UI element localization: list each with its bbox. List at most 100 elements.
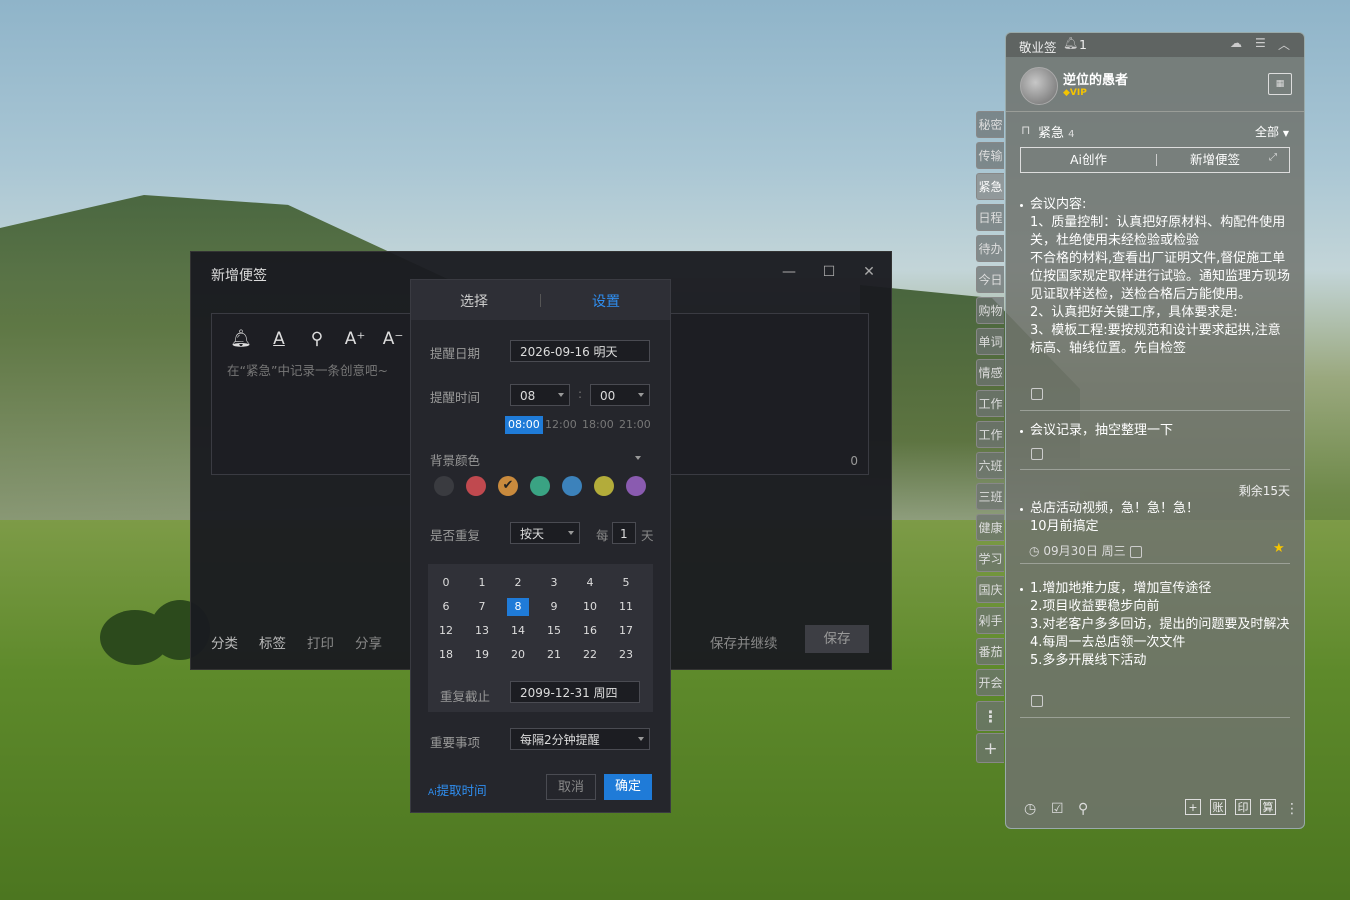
side-tab[interactable]: 工作 (976, 390, 1004, 417)
side-tab[interactable]: 日程 (976, 204, 1004, 231)
bell-icon[interactable]: 🔔︎ (230, 328, 252, 350)
side-tab[interactable]: 工作 (976, 421, 1004, 448)
account-box-icon[interactable]: 账 (1210, 799, 1226, 815)
list-item[interactable]: 总店活动视频，急！急！急！ 10月前搞定 (1020, 500, 1290, 536)
color-swatch-red[interactable] (466, 476, 486, 496)
more-icon[interactable]: ⋮ (1285, 801, 1299, 817)
side-tab[interactable]: 待办 (976, 235, 1004, 262)
ai-extract-time-link[interactable]: Ai提取时间 (428, 780, 487, 799)
side-tab[interactable]: 番茄 (976, 638, 1004, 665)
calendar-day[interactable]: 4 (579, 574, 601, 592)
star-icon[interactable]: ★ (1273, 541, 1285, 556)
tab-select[interactable]: 选择 (460, 291, 488, 311)
calendar-day[interactable]: 17 (615, 622, 637, 640)
tab-settings[interactable]: 设置 (592, 291, 620, 311)
ai-create-button[interactable]: Ai创作 (1021, 148, 1156, 172)
font-color-icon[interactable]: A (268, 328, 290, 350)
color-swatch-blue[interactable] (562, 476, 582, 496)
add-box-icon[interactable]: + (1185, 799, 1201, 815)
color-swatch-purple[interactable] (626, 476, 646, 496)
category-link[interactable]: 分类 (211, 632, 238, 652)
search-icon[interactable]: ⚲ (306, 328, 328, 350)
calendar-day[interactable]: 13 (471, 622, 493, 640)
save-continue-button[interactable]: 保存并继续 (710, 632, 778, 652)
repeat-end-field[interactable]: 2099-12-31 周四 (510, 681, 640, 703)
side-tab[interactable]: 国庆 (976, 576, 1004, 603)
side-tab[interactable]: 单词 (976, 328, 1004, 355)
calendar-day[interactable]: 2 (507, 574, 529, 592)
search-icon[interactable]: ⚲ (1078, 801, 1088, 817)
date-field[interactable]: 2026-09-16 明天 (510, 340, 650, 362)
calendar-day[interactable]: 23 (615, 646, 637, 664)
calendar-day[interactable]: 6 (435, 598, 457, 616)
calendar-day[interactable]: 15 (543, 622, 565, 640)
font-decrease-icon[interactable]: A⁻ (382, 328, 404, 350)
side-tab[interactable]: 购物 (976, 297, 1004, 324)
side-tab[interactable]: 六班 (976, 452, 1004, 479)
side-tab[interactable]: 秘密 (976, 111, 1004, 138)
calendar-day[interactable]: 21 (543, 646, 565, 664)
menu-icon[interactable]: ☰ (1255, 36, 1266, 50)
side-tab[interactable]: 剁手 (976, 607, 1004, 634)
cloud-sync-icon[interactable]: ☁ (1230, 36, 1242, 50)
quick-time-2100[interactable]: 21:00 (616, 416, 654, 434)
new-note-button[interactable]: 新增便签 (1157, 148, 1273, 172)
list-item[interactable]: 会议内容: 1、质量控制：认真把好原材料、构配件使用关，杜绝使用未经检验或检验 … (1020, 196, 1290, 382)
hour-select[interactable]: 08 (510, 384, 570, 406)
calendar-day[interactable]: 19 (471, 646, 493, 664)
font-increase-icon[interactable]: A⁺ (344, 328, 366, 350)
side-tab[interactable]: 三班 (976, 483, 1004, 510)
save-button[interactable]: 保存 (805, 625, 869, 653)
side-tab[interactable]: 情感 (976, 359, 1004, 386)
clock-icon[interactable]: ◷ (1024, 801, 1036, 817)
color-swatch-green[interactable] (530, 476, 550, 496)
calendar-day[interactable]: 8 (507, 598, 529, 616)
more-tabs-icon[interactable]: ⋮ (976, 701, 1004, 731)
side-tab[interactable]: 传输 (976, 142, 1004, 169)
calendar-day[interactable]: 18 (435, 646, 457, 664)
confirm-button[interactable]: 确定 (604, 774, 652, 800)
close-icon[interactable]: ✕ (860, 263, 878, 281)
calendar-day[interactable]: 11 (615, 598, 637, 616)
quick-time-1800[interactable]: 18:00 (579, 416, 617, 434)
calendar-day[interactable]: 10 (579, 598, 601, 616)
avatar[interactable] (1020, 67, 1058, 105)
print-box-icon[interactable]: 印 (1235, 799, 1251, 815)
calendar-day[interactable]: 3 (543, 574, 565, 592)
color-swatch-gray[interactable] (434, 476, 454, 496)
calendar-day[interactable]: 9 (543, 598, 565, 616)
calendar-day[interactable]: 0 (435, 574, 457, 592)
calendar-icon[interactable]: ▦ (1268, 73, 1292, 95)
side-tab[interactable]: 紧急 (976, 173, 1004, 200)
quick-time-0800[interactable]: 08:00 (505, 416, 543, 434)
side-tab[interactable]: 学习 (976, 545, 1004, 572)
calendar-day[interactable]: 1 (471, 574, 493, 592)
color-swatch-yellow[interactable] (594, 476, 614, 496)
color-swatch-orange[interactable]: ✔ (498, 476, 518, 496)
side-tab[interactable]: 开会 (976, 669, 1004, 696)
calendar-day[interactable]: 7 (471, 598, 493, 616)
calendar-day[interactable]: 5 (615, 574, 637, 592)
expand-icon[interactable]: ⤢ (1269, 152, 1277, 163)
collapse-icon[interactable]: ︿ (1278, 36, 1290, 53)
side-tab[interactable]: 健康 (976, 514, 1004, 541)
filter-select[interactable]: 全部 ▼ (1255, 123, 1289, 140)
calendar-day[interactable]: 22 (579, 646, 601, 664)
print-link[interactable]: 打印 (307, 632, 334, 652)
maximize-icon[interactable]: ☐ (820, 263, 838, 281)
calendar-check-icon[interactable]: ☑ (1051, 801, 1064, 817)
bg-color-expand-icon[interactable] (635, 456, 641, 460)
calendar-day[interactable]: 20 (507, 646, 529, 664)
notification-bell-icon[interactable]: 🔔︎ (1063, 36, 1078, 50)
cancel-button[interactable]: 取消 (546, 774, 596, 800)
minimize-icon[interactable]: — (780, 263, 798, 281)
minute-select[interactable]: 00 (590, 384, 650, 406)
add-category-icon[interactable]: + (976, 733, 1004, 763)
side-tab[interactable]: 今日 (976, 266, 1004, 293)
quick-time-1200[interactable]: 12:00 (542, 416, 580, 434)
share-link[interactable]: 分享 (355, 632, 382, 652)
interval-input[interactable]: 1 (612, 522, 636, 544)
calendar-day[interactable]: 16 (579, 622, 601, 640)
tag-link[interactable]: 标签 (259, 632, 286, 652)
calc-box-icon[interactable]: 算 (1260, 799, 1276, 815)
